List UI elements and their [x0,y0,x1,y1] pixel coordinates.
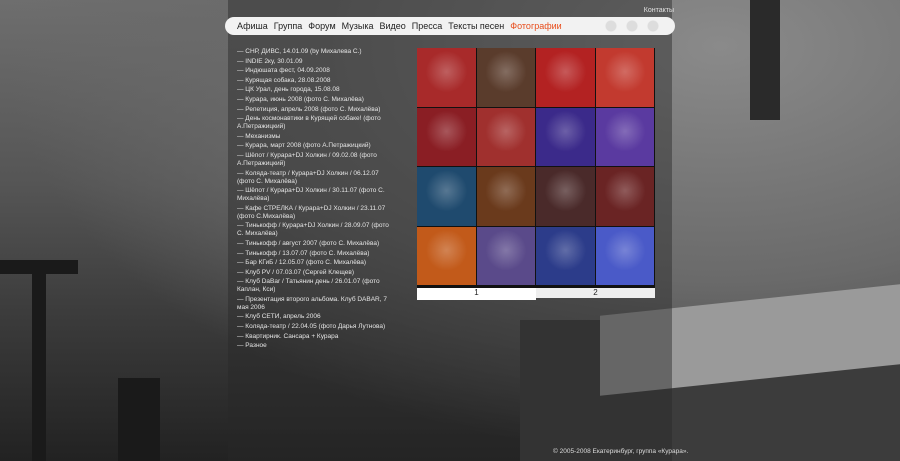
photo-thumbnail[interactable] [417,48,476,107]
album-link[interactable]: — Курара, июнь 2008 (фото С. Михалёва) [237,96,397,104]
pager: 1 2 [417,288,655,300]
menu-item-lyrics[interactable]: Тексты песен [448,21,504,31]
album-link[interactable]: — INDIE 2ку, 30.01.09 [237,58,397,66]
photo-thumbnail[interactable] [595,107,654,166]
photo-thumbnail[interactable] [476,107,535,166]
album-link[interactable]: — Клуб СЕТИ, апрель 2006 [237,313,397,321]
album-link[interactable]: — Шёпот / Курара+DJ Холкин / 30.11.07 (ф… [237,187,397,203]
album-link[interactable]: — Разное [237,342,397,350]
copyright-text: © 2005-2008 Екатеринбург, группа «Курара… [553,448,689,455]
album-link[interactable]: — Коляда-театр / 22.04.05 (фото Дарья Лу… [237,323,397,331]
menu-item-photos[interactable]: Фотографии [510,21,561,31]
photo-thumbnail[interactable] [536,107,595,166]
photo-thumbnail[interactable] [476,48,535,107]
background-tower [750,0,780,120]
menu-item-video[interactable]: Видео [379,21,405,31]
photo-thumbnail[interactable] [476,167,535,226]
photo-thumbnail[interactable] [595,226,654,285]
album-list: — СНР, ДИВС, 14.01.09 (by Михалева С.) — … [237,48,397,352]
photo-thumbnail[interactable] [595,48,654,107]
photo-thumbnail[interactable] [536,167,595,226]
album-link[interactable]: — ЦК Урал, день города, 15.08.08 [237,86,397,94]
contacts-link[interactable]: Контакты [644,7,674,14]
album-link[interactable]: — Шёпот / Курара+DJ Холкин / 09.02.08 (ф… [237,152,397,168]
menu-item-group[interactable]: Группа [274,21,303,31]
photo-thumbnail[interactable] [417,107,476,166]
background-post [32,260,46,461]
album-link[interactable]: — Кафе СТРЕЛКА / Курара+DJ Холкин / 23.1… [237,205,397,221]
photo-thumbnail[interactable] [417,167,476,226]
album-link[interactable]: — Курара, март 2008 (фото А.Петражицкий) [237,142,397,150]
album-link[interactable]: — Тинькофф / 13.07.07 (фото С. Михалёва) [237,250,397,258]
photo-grid [417,48,655,288]
menu-item-press[interactable]: Пресса [412,21,443,31]
photo-thumbnail[interactable] [536,48,595,107]
album-link[interactable]: — Бар КГиБ / 12.05.07 (фото С. Михалёва) [237,259,397,267]
menu-item-afisha[interactable]: Афиша [237,21,268,31]
album-link[interactable]: — Презентация второго альбома. Клуб DABA… [237,296,397,312]
album-link[interactable]: — Тинькофф / Курара+DJ Холкин / 28.09.07… [237,222,397,238]
menu-item-music[interactable]: Музыка [342,21,374,31]
photo-thumbnail[interactable] [476,226,535,285]
menu-ornament [597,17,667,35]
album-link[interactable]: — Репетиция, апрель 2008 (фото С. Михалё… [237,106,397,114]
page-2-link[interactable]: 2 [536,288,655,298]
photo-thumbnail[interactable] [417,226,476,285]
album-link[interactable]: — СНР, ДИВС, 14.01.09 (by Михалева С.) [237,48,397,56]
album-link[interactable]: — Индюшата фест, 04.09.2008 [237,67,397,75]
photo-thumbnail[interactable] [536,226,595,285]
album-link[interactable]: — Клуб DaBar / Татьянин день / 26.01.07 … [237,278,397,294]
photo-thumbnail[interactable] [595,167,654,226]
menu-item-forum[interactable]: Форум [308,21,335,31]
album-link[interactable]: — Коляда-театр / Курара+DJ Холкин / 06.1… [237,170,397,186]
page-1-link[interactable]: 1 [417,288,536,300]
album-link[interactable]: — Клуб PV / 07.03.07 (Сергей Клещев) [237,269,397,277]
background-chimney [118,378,160,461]
album-link[interactable]: — День космонавтики в Курящей собаке! (ф… [237,115,397,131]
album-link[interactable]: — Квартирник. Сансара + Курара [237,333,397,341]
main-menu: Афиша Группа Форум Музыка Видео Пресса Т… [225,17,675,35]
album-link[interactable]: — Механизмы [237,133,397,141]
album-link[interactable]: — Тинькофф / август 2007 (фото С. Михалё… [237,240,397,248]
album-link[interactable]: — Курящая собака, 28.08.2008 [237,77,397,85]
